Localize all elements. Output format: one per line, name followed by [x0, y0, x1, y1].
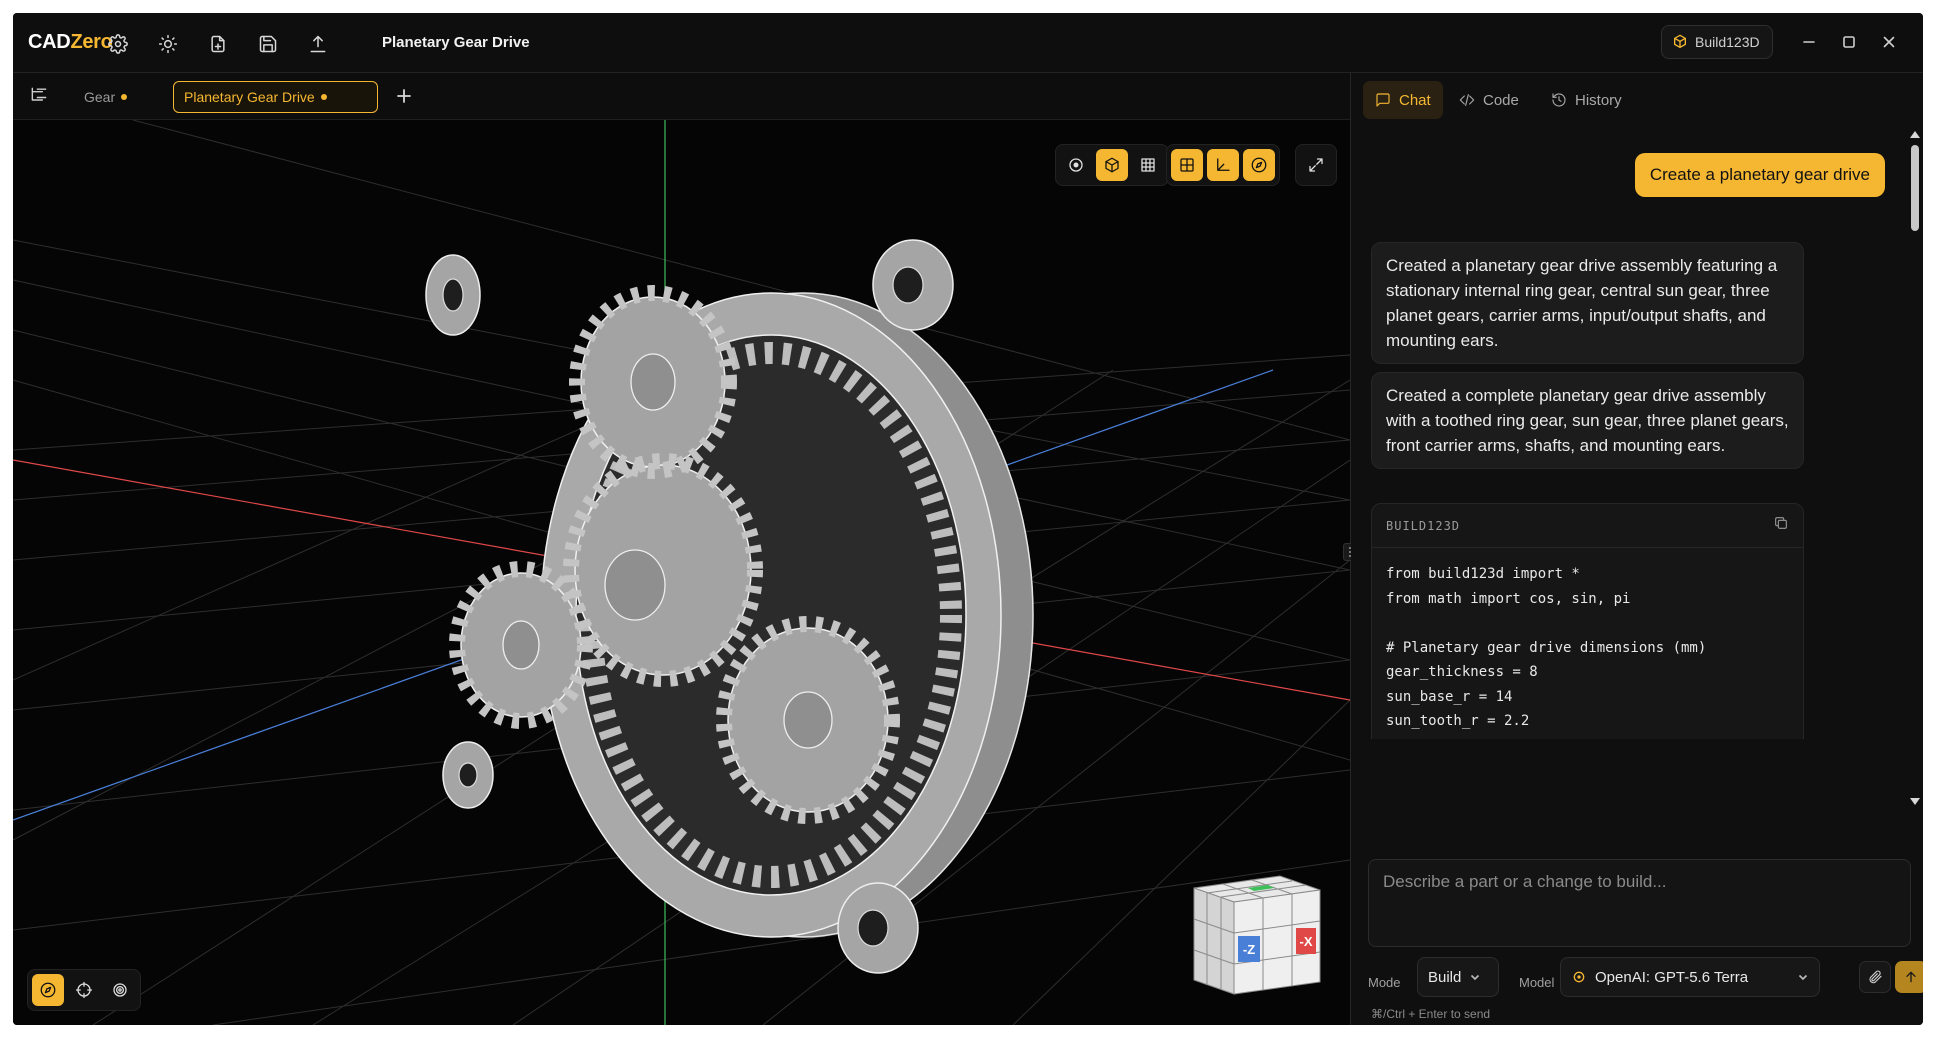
view-mode-toolbar — [1055, 144, 1169, 186]
solid-cube-icon[interactable] — [1096, 149, 1128, 181]
model-label: Model — [1519, 975, 1555, 990]
tab-history-label: History — [1575, 91, 1622, 109]
app-logo: CADZero — [28, 31, 113, 53]
prompt-input[interactable]: Describe a part or a change to build... — [1368, 859, 1911, 947]
code-content: from build123d import * from math import… — [1386, 566, 1707, 739]
message-square-icon — [1376, 93, 1390, 107]
arrow-up-icon — [1906, 971, 1916, 983]
assistant-message: Created a complete planetary gear drive … — [1371, 372, 1804, 469]
orbit-compass-icon[interactable] — [32, 974, 64, 1006]
overlay-toolbar — [1166, 144, 1280, 186]
axes-icon[interactable] — [1207, 149, 1239, 181]
history-icon — [1552, 93, 1566, 107]
code-language-label: BUILD123D — [1386, 518, 1461, 533]
navigation-toolbar — [27, 969, 141, 1011]
code-block-header: BUILD123D — [1372, 504, 1803, 548]
layout-grid-icon[interactable] — [1171, 149, 1203, 181]
code-block: BUILD123D from build123d import * from m… — [1371, 503, 1804, 739]
tab-chat[interactable]: Chat — [1363, 81, 1443, 119]
chat-thread[interactable]: Create a planetary gear drive Created a … — [1351, 129, 1923, 739]
unsaved-dot — [121, 94, 128, 100]
focus-target-icon[interactable] — [104, 974, 136, 1006]
tab-history[interactable]: History — [1539, 81, 1634, 119]
grid-icon[interactable] — [1132, 149, 1164, 181]
unsaved-dot — [320, 94, 327, 100]
settings-gear-icon[interactable] — [106, 32, 130, 56]
package-icon — [1674, 34, 1686, 49]
app-window: CADZero Planetary Gear Drive Build123D G… — [13, 13, 1923, 1025]
expand-icon[interactable] — [1300, 149, 1332, 181]
target-icon[interactable] — [1060, 149, 1092, 181]
add-tab-icon[interactable] — [393, 85, 415, 107]
document-title: Planetary Gear Drive — [382, 34, 530, 51]
send-hint: ⌘/Ctrl + Enter to send — [1371, 1007, 1491, 1021]
3d-viewport[interactable]: -Z -X — [13, 120, 1350, 1025]
viewcube-face-x[interactable]: -X — [1300, 934, 1313, 949]
maximize-icon[interactable] — [1838, 31, 1860, 53]
mode-value: Build — [1428, 968, 1462, 986]
chat-scrollbar[interactable] — [1909, 129, 1920, 809]
badge-label: Build123D — [1695, 34, 1760, 50]
build123d-badge[interactable]: Build123D — [1661, 25, 1773, 59]
tab-label: Gear — [84, 89, 116, 105]
scroll-up-arrow-icon[interactable] — [1910, 131, 1920, 138]
tab-planetary-gear-drive[interactable]: Planetary Gear Drive — [173, 81, 378, 113]
model-tree-icon[interactable] — [29, 85, 51, 107]
viewcube-face-z[interactable]: -Z — [1243, 942, 1255, 957]
save-icon[interactable] — [256, 32, 280, 56]
copy-icon[interactable] — [1773, 515, 1789, 536]
attach-button[interactable] — [1859, 961, 1891, 993]
fullscreen-toolbar — [1295, 144, 1337, 186]
tab-gear[interactable]: Gear — [74, 81, 137, 113]
title-bar: CADZero Planetary Gear Drive Build123D — [13, 13, 1923, 73]
minimize-icon[interactable] — [1798, 31, 1820, 53]
view-cube[interactable]: -Z -X — [1188, 870, 1328, 1000]
chevron-down-icon — [1798, 974, 1808, 981]
tab-label: Planetary Gear Drive — [184, 89, 315, 105]
openai-icon — [1573, 971, 1585, 983]
mode-select[interactable]: Build — [1417, 957, 1499, 997]
model-value: OpenAI: GPT-5.6 Terra — [1595, 968, 1749, 986]
assistant-panel: Chat Code History Create a planetary gea… — [1351, 73, 1923, 1025]
user-message: Create a planetary gear drive — [1634, 153, 1885, 197]
scroll-down-arrow-icon[interactable] — [1910, 798, 1920, 805]
scroll-thumb[interactable] — [1911, 145, 1919, 231]
new-file-icon[interactable] — [206, 32, 230, 56]
paperclip-icon — [1869, 970, 1882, 984]
tab-code-label: Code — [1483, 91, 1519, 109]
close-icon[interactable] — [1878, 31, 1900, 53]
mode-label: Mode — [1368, 975, 1401, 990]
send-button[interactable] — [1895, 961, 1923, 993]
theme-sun-icon[interactable] — [156, 32, 180, 56]
tab-chat-label: Chat — [1399, 91, 1431, 109]
assistant-message: Created a planetary gear drive assembly … — [1371, 242, 1804, 364]
code-icon — [1459, 94, 1475, 106]
compass-icon[interactable] — [1243, 149, 1275, 181]
export-upload-icon[interactable] — [306, 32, 330, 56]
gear-scene[interactable] — [13, 120, 1350, 1025]
crosshair-icon[interactable] — [68, 974, 100, 1006]
document-tabs-bar: Gear Planetary Gear Drive — [13, 73, 1350, 120]
chevron-down-icon — [1471, 974, 1480, 981]
tab-code[interactable]: Code — [1447, 81, 1531, 119]
model-select[interactable]: OpenAI: GPT-5.6 Terra — [1560, 957, 1820, 997]
